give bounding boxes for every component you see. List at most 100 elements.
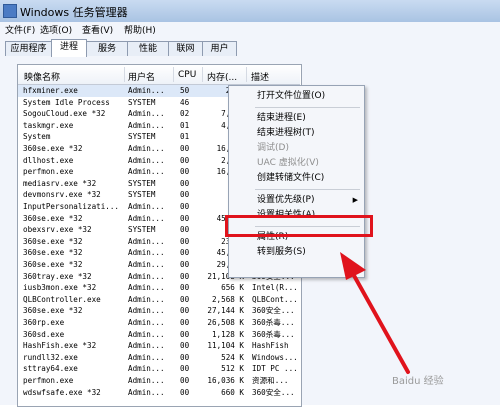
cell-image-name: 360se.exe *32: [23, 248, 83, 258]
task-manager-icon: [3, 4, 17, 18]
context-menu-item-label: 转到服务(S): [257, 247, 306, 257]
cell-description: QLBCont...: [252, 294, 298, 304]
col-user-name[interactable]: 用户名: [128, 70, 155, 83]
cell-description: 资源和...: [252, 376, 289, 385]
cell-cpu: 00: [180, 364, 190, 374]
cell-user-name: Admin...: [128, 260, 165, 269]
cell-image-name: 360tray.exe *32: [23, 271, 92, 281]
cell-memory: 16,036 K: [207, 376, 244, 385]
cell-memory: 656 K: [221, 283, 244, 293]
cell-description: Intel(R...: [252, 283, 298, 293]
table-row[interactable]: iusb3mon.exe *32 Admin... 00 656 K Intel(R..…: [18, 282, 300, 294]
menu-options[interactable]: 选项(O): [40, 23, 72, 36]
tab-processes[interactable]: 进程: [51, 39, 87, 57]
cell-image-name: 360se.exe *32: [23, 236, 83, 246]
cell-cpu: 00: [180, 167, 190, 177]
cell-image-name: obexsrv.exe *32: [23, 225, 92, 235]
cell-user-name: SYSTEM: [128, 132, 156, 142]
col-cpu[interactable]: CPU: [178, 70, 196, 80]
cell-cpu: 00: [180, 306, 190, 316]
table-row[interactable]: sttray64.exe Admin... 00 512 K IDT PC ...: [18, 363, 300, 375]
menu-file[interactable]: 文件(F): [5, 23, 35, 36]
menu-separator: [255, 107, 360, 108]
context-menu-item-label: 打开文件位置(O): [257, 91, 326, 101]
tab-networking[interactable]: 联网: [168, 41, 203, 56]
table-row[interactable]: QLBController.exe Admin... 00 2,568 K QLBCon…: [18, 294, 300, 306]
cell-user-name: Admin...: [128, 167, 165, 177]
tab-applications[interactable]: 应用程序: [5, 41, 52, 56]
context-menu-item[interactable]: 设置优先级(P) ▶: [229, 193, 364, 208]
context-menu-item[interactable]: 创建转储文件(C): [229, 171, 364, 186]
red-arrow-icon: [340, 252, 410, 374]
tab-performance[interactable]: 性能: [127, 41, 169, 56]
context-menu-item-label: 创建转储文件(C): [257, 173, 325, 183]
cell-user-name: Admin...: [128, 283, 165, 293]
cell-image-name: 360rp.exe: [23, 318, 65, 327]
context-menu-item-label: 调试(D): [257, 143, 289, 153]
cell-cpu: 00: [180, 225, 190, 235]
cell-cpu: 00: [180, 271, 190, 281]
col-description[interactable]: 描述: [251, 70, 269, 83]
cell-cpu: 00: [180, 341, 190, 351]
cell-cpu: 50: [180, 86, 190, 95]
cell-memory: 26,508 K: [207, 318, 244, 327]
menu-view[interactable]: 查看(V): [82, 23, 113, 36]
context-menu-item: 调试(D): [229, 141, 364, 156]
table-row[interactable]: 360sd.exe Admin... 00 1,128 K 360杀毒...: [18, 329, 300, 341]
column-header-row: 映像名称 用户名 CPU 内存(... 描述: [18, 65, 300, 85]
cell-user-name: Admin...: [128, 155, 165, 165]
window-title: Windows 任务管理器: [20, 6, 128, 19]
cell-image-name: perfmon.exe: [23, 167, 74, 177]
cell-user-name: Admin...: [128, 213, 165, 223]
menu-help[interactable]: 帮助(H): [124, 23, 156, 36]
cell-image-name: System: [23, 132, 51, 142]
cell-cpu: 00: [180, 318, 190, 327]
cell-image-name: 360se.exe *32: [23, 260, 83, 269]
cell-cpu: 00: [180, 213, 190, 223]
cell-image-name: perfmon.exe: [23, 376, 74, 385]
cell-user-name: Admin...: [128, 341, 165, 351]
tab-strip: 应用程序 进程 服务 性能 联网 用户: [0, 37, 500, 58]
cell-user-name: SYSTEM: [128, 190, 156, 200]
cell-cpu: 00: [180, 248, 190, 258]
cell-cpu: 00: [180, 283, 190, 293]
context-menu-item[interactable]: 打开文件位置(O): [229, 89, 364, 104]
cell-image-name: QLBController.exe: [23, 294, 101, 304]
cell-image-name: taskmgr.exe: [23, 120, 74, 130]
cell-memory: 1,128 K: [211, 329, 244, 339]
table-row[interactable]: perfmon.exe Admin... 00 16,036 K 资源和...: [18, 375, 300, 387]
col-image-name[interactable]: 映像名称: [24, 70, 60, 83]
watermark: Baidu 经验: [392, 376, 444, 387]
cell-cpu: 00: [180, 236, 190, 246]
cell-image-name: 360se.exe *32: [23, 213, 83, 223]
context-menu-item-label: 结束进程(E): [257, 113, 306, 123]
submenu-arrow-icon: ▶: [352, 196, 358, 204]
context-menu-item: UAC 虚拟化(V): [229, 156, 364, 171]
cell-user-name: Admin...: [128, 109, 165, 119]
cell-description: 360安全...: [252, 387, 295, 397]
table-row[interactable]: HashFish.exe *32 Admin... 00 11,104 K HashFi…: [18, 340, 300, 352]
cell-image-name: 360se.exe *32: [23, 144, 83, 153]
cell-image-name: mediasrv.exe *32: [23, 178, 97, 188]
cell-user-name: Admin...: [128, 294, 165, 304]
cell-image-name: rundll32.exe: [23, 352, 78, 362]
cell-image-name: wdswfsafe.exe *32: [23, 387, 101, 397]
table-row[interactable]: rundll32.exe Admin... 00 524 K Windows...: [18, 352, 300, 364]
cell-user-name: SYSTEM: [128, 178, 156, 188]
tab-services[interactable]: 服务: [86, 41, 128, 56]
cell-cpu: 01: [180, 120, 190, 130]
cell-image-name: devmonsrv.exe *32: [23, 190, 101, 200]
col-memory[interactable]: 内存(...: [207, 70, 237, 83]
context-menu-item[interactable]: 结束进程树(T): [229, 126, 364, 141]
title-bar: Windows 任务管理器: [0, 0, 500, 23]
table-row[interactable]: 360rp.exe Admin... 00 26,508 K 360杀毒...: [18, 317, 300, 329]
highlight-box: [225, 215, 373, 237]
cell-user-name: Admin...: [128, 271, 165, 281]
table-row[interactable]: 360se.exe *32 Admin... 00 27,144 K 360安全...: [18, 305, 300, 317]
context-menu-item[interactable]: 结束进程(E): [229, 111, 364, 126]
table-row[interactable]: wdswfsafe.exe *32 Admin... 00 660 K 360安全...: [18, 387, 300, 399]
cell-image-name: SogouCloud.exe *32: [23, 109, 106, 119]
cell-cpu: 46: [180, 97, 190, 107]
tab-users[interactable]: 用户: [202, 41, 237, 56]
cell-user-name: Admin...: [128, 86, 165, 95]
